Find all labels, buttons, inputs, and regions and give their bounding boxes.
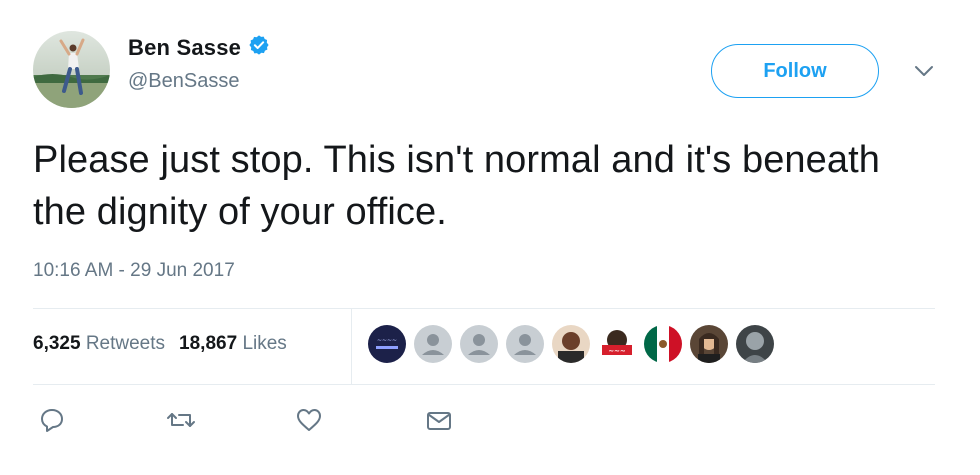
- reply-icon[interactable]: [37, 405, 67, 435]
- verified-badge-icon: [248, 34, 270, 61]
- like-icon[interactable]: [294, 405, 324, 435]
- divider-bottom: [33, 384, 935, 385]
- tweet-text: Please just stop. This isn't normal and …: [33, 139, 881, 233]
- tweet-stats: 6,325 Retweets 18,867 Likes: [33, 333, 287, 355]
- liker-avatar[interactable]: ~~~~: [368, 325, 406, 363]
- likes-stat[interactable]: 18,867 Likes: [179, 333, 287, 355]
- liker-avatar[interactable]: ~~~: [598, 325, 636, 363]
- author-display-name[interactable]: Ben Sasse: [128, 35, 241, 61]
- author-handle[interactable]: @BenSasse: [128, 70, 270, 93]
- retweets-label: Retweets: [85, 333, 166, 354]
- author-avatar[interactable]: [33, 31, 110, 108]
- author-info[interactable]: Ben Sasse @BenSasse: [128, 34, 270, 93]
- retweets-count: 6,325: [33, 333, 81, 354]
- svg-text:~~~~: ~~~~: [377, 337, 397, 344]
- tweet-timestamp[interactable]: 10:16 AM - 29 Jun 2017: [33, 260, 235, 282]
- liker-avatar[interactable]: [414, 325, 452, 363]
- tweet-actions: [0, 405, 980, 437]
- likes-count: 18,867: [179, 333, 238, 354]
- liker-avatar[interactable]: [552, 325, 590, 363]
- liker-avatars: ~~~~ ~~~: [368, 325, 774, 363]
- follow-button[interactable]: Follow: [711, 44, 879, 98]
- retweets-stat[interactable]: 6,325 Retweets: [33, 333, 165, 355]
- liker-avatar[interactable]: [736, 325, 774, 363]
- liker-avatar[interactable]: [460, 325, 498, 363]
- retweet-icon[interactable]: [163, 405, 199, 435]
- liker-avatar[interactable]: [644, 325, 682, 363]
- liker-avatar[interactable]: [506, 325, 544, 363]
- likes-label: Likes: [242, 333, 287, 354]
- svg-text:~~~: ~~~: [608, 347, 626, 355]
- divider-top: [33, 308, 935, 309]
- divider-vertical: [351, 308, 352, 385]
- direct-message-icon[interactable]: [424, 405, 454, 435]
- more-options-chevron-down-icon[interactable]: [913, 63, 935, 79]
- liker-avatar[interactable]: [690, 325, 728, 363]
